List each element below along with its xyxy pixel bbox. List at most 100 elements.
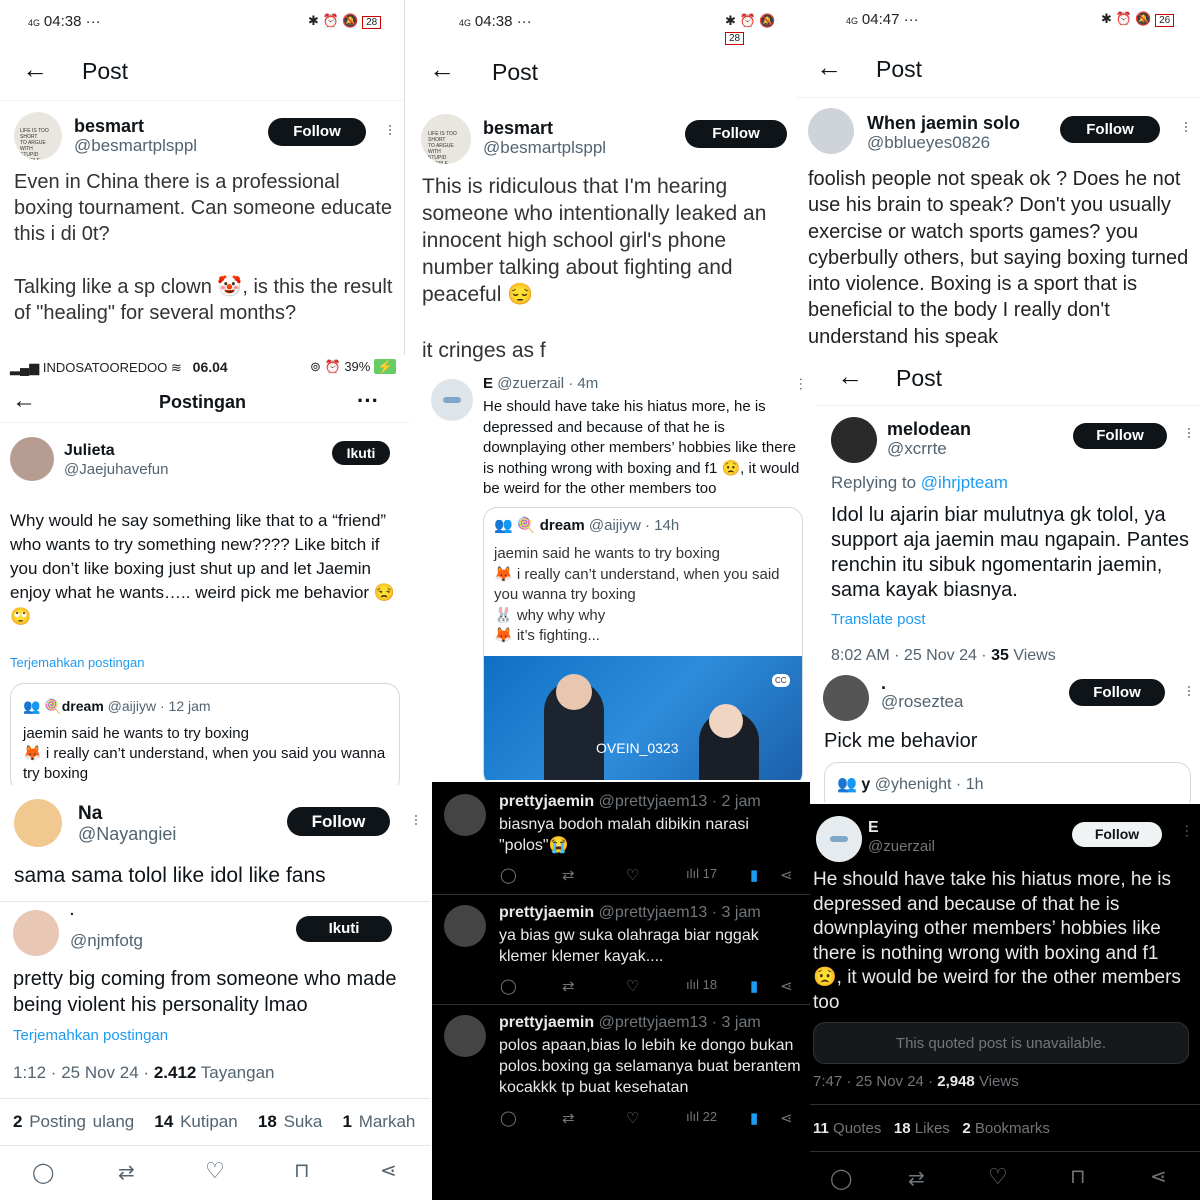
author-name[interactable]: prettyjaemin bbox=[499, 1014, 594, 1031]
avatar[interactable] bbox=[816, 816, 862, 862]
likes-label[interactable]: Likes bbox=[915, 1120, 950, 1137]
author-name[interactable]: prettyjaemin bbox=[499, 793, 594, 810]
author-handle[interactable]: @Nayangiei bbox=[78, 824, 176, 845]
reply-author-handle[interactable]: @roseztea bbox=[881, 692, 963, 712]
reply-more-options-icon[interactable]: ··· bbox=[1179, 684, 1200, 696]
reply-icon[interactable]: ◯ bbox=[500, 977, 517, 995]
bookmarks-label[interactable]: Bookmarks bbox=[975, 1120, 1050, 1137]
more-options-icon[interactable]: ··· bbox=[1176, 120, 1197, 132]
back-arrow-icon[interactable]: ← bbox=[429, 56, 455, 82]
quoted-post[interactable]: 👥 🍭 dream @aijiyw · 14h jaemin said he w… bbox=[483, 507, 803, 780]
follow-button[interactable]: Follow bbox=[268, 118, 366, 146]
reply-avatar[interactable] bbox=[13, 910, 59, 956]
dark-reply-item[interactable]: prettyjaemin @prettyjaem13 · 3 jam polos… bbox=[432, 1004, 810, 1200]
follow-button[interactable]: Follow bbox=[685, 120, 787, 148]
author-name[interactable]: When jaemin solo bbox=[867, 113, 1020, 134]
avatar[interactable]: LIFE IS TOO SHORTTO ARGUE WITHSTUPID PEO… bbox=[14, 112, 62, 160]
quotes-label[interactable]: Quotes bbox=[833, 1120, 881, 1137]
repost-icon[interactable]: ⇄ bbox=[562, 1109, 575, 1127]
follow-button[interactable]: Follow bbox=[1060, 116, 1160, 143]
quotes-label[interactable]: Kutipan bbox=[180, 1112, 238, 1131]
repost-icon[interactable]: ⇄ bbox=[562, 866, 575, 884]
back-arrow-icon[interactable]: ← bbox=[837, 363, 863, 389]
like-icon[interactable]: ♡ bbox=[205, 1158, 225, 1184]
translate-link[interactable]: Terjemahkan postingan bbox=[10, 655, 144, 670]
share-icon[interactable]: ⋖ bbox=[780, 977, 793, 995]
bookmarks-label[interactable]: Markah bbox=[359, 1112, 416, 1131]
author-handle[interactable]: @prettyjaem13 · 3 jam bbox=[599, 904, 761, 921]
follow-button[interactable]: Follow bbox=[287, 807, 390, 836]
reply-follow-button[interactable]: Follow bbox=[1069, 679, 1165, 706]
more-options-icon[interactable]: ··· bbox=[794, 377, 810, 391]
follow-button[interactable]: Follow bbox=[1073, 423, 1167, 449]
reply-icon[interactable]: ◯ bbox=[830, 1166, 852, 1191]
avatar[interactable] bbox=[444, 1015, 486, 1057]
author-name[interactable]: Na bbox=[78, 803, 102, 825]
reply-avatar[interactable] bbox=[823, 675, 869, 721]
more-options-icon[interactable]: ··· bbox=[380, 123, 401, 135]
bookmark-icon[interactable]: ⊓ bbox=[1070, 1164, 1086, 1189]
more-options-icon[interactable]: ··· bbox=[406, 813, 427, 825]
author-handle[interactable]: @prettyjaem13 · 2 jam bbox=[599, 793, 761, 810]
author-name[interactable]: prettyjaemin bbox=[499, 904, 594, 921]
author-name[interactable]: E bbox=[868, 819, 879, 837]
views-icon[interactable]: ılıl 17 bbox=[686, 866, 717, 881]
reply-author-handle[interactable]: @njmfotg bbox=[70, 931, 143, 951]
translate-link[interactable]: Translate post bbox=[831, 611, 926, 628]
avatar[interactable] bbox=[10, 437, 54, 481]
translate-link[interactable]: Terjemahkan postingan bbox=[13, 1027, 168, 1044]
author-name[interactable]: E bbox=[483, 375, 493, 392]
avatar[interactable]: LIFE IS TOO SHORTTO ARGUE WITHSTUPID PEO… bbox=[421, 114, 471, 164]
share-icon[interactable]: ⋖ bbox=[380, 1158, 397, 1183]
share-icon[interactable]: ⋖ bbox=[1150, 1164, 1167, 1189]
captions-icon[interactable]: CC bbox=[772, 674, 790, 687]
quoted-media-image[interactable]: OVEIN_0323 CC bbox=[484, 656, 802, 780]
author-handle[interactable]: @Jaejuhavefun bbox=[64, 461, 168, 478]
reply-icon[interactable]: ◯ bbox=[500, 866, 517, 884]
views-icon[interactable]: ılıl 18 bbox=[686, 977, 717, 992]
author-name[interactable]: besmart bbox=[483, 118, 553, 139]
repost-icon[interactable]: ⇄ bbox=[118, 1160, 135, 1185]
follow-button[interactable]: Follow bbox=[1072, 822, 1162, 847]
more-options-icon[interactable]: ··· bbox=[1179, 426, 1200, 438]
like-icon[interactable]: ♡ bbox=[626, 866, 639, 884]
bookmark-icon[interactable]: ▮ bbox=[750, 1109, 758, 1127]
author-handle[interactable]: @prettyjaem13 · 3 jam bbox=[599, 1014, 761, 1031]
like-icon[interactable]: ♡ bbox=[626, 977, 639, 995]
avatar[interactable] bbox=[831, 417, 877, 463]
author-handle[interactable]: @zuerzail · 4m bbox=[497, 375, 598, 392]
author-name[interactable]: Julieta bbox=[64, 442, 115, 460]
share-icon[interactable]: ⋖ bbox=[780, 1109, 793, 1127]
reply-follow-button[interactable]: Ikuti bbox=[296, 916, 392, 942]
avatar[interactable] bbox=[444, 905, 486, 947]
like-icon[interactable]: ♡ bbox=[988, 1164, 1008, 1190]
back-arrow-icon[interactable]: ← bbox=[816, 54, 842, 80]
likes-label[interactable]: Suka bbox=[284, 1112, 323, 1131]
reply-author-name[interactable]: . bbox=[70, 902, 74, 918]
like-icon[interactable]: ♡ bbox=[626, 1109, 639, 1127]
follow-button[interactable]: Ikuti bbox=[332, 441, 390, 465]
back-arrow-icon[interactable]: ← bbox=[22, 56, 48, 82]
avatar[interactable] bbox=[431, 379, 473, 421]
share-icon[interactable]: ⋖ bbox=[780, 866, 793, 884]
author-handle[interactable]: @bblueyes0826 bbox=[867, 133, 990, 153]
repost-icon[interactable]: ⇄ bbox=[908, 1166, 925, 1191]
bookmark-icon[interactable]: ▮ bbox=[750, 977, 758, 995]
repost-icon[interactable]: ⇄ bbox=[562, 977, 575, 995]
reply-author-name[interactable]: . bbox=[881, 673, 886, 694]
avatar[interactable] bbox=[444, 794, 486, 836]
author-handle[interactable]: @besmartplsppl bbox=[483, 138, 606, 158]
avatar[interactable] bbox=[14, 799, 62, 847]
author-name[interactable]: besmart bbox=[74, 116, 144, 137]
author-handle[interactable]: @zuerzail bbox=[868, 838, 935, 855]
reposts-label[interactable]: Posting ulang bbox=[29, 1112, 134, 1131]
author-name[interactable]: melodean bbox=[887, 419, 971, 440]
views-icon[interactable]: ılıl 22 bbox=[686, 1109, 717, 1124]
author-handle[interactable]: @xcrrte bbox=[887, 439, 947, 459]
more-options-icon[interactable]: ··· bbox=[1180, 824, 1196, 838]
more-options-icon[interactable]: ··· bbox=[357, 388, 379, 414]
bookmark-icon[interactable]: ⊓ bbox=[294, 1158, 310, 1183]
replying-to-link[interactable]: @ihrjpteam bbox=[921, 473, 1008, 492]
quoted-post[interactable]: 👥 🍭dream @aijiyw · 12 jam jaemin said he… bbox=[10, 683, 400, 785]
reply-icon[interactable]: ◯ bbox=[32, 1160, 54, 1185]
